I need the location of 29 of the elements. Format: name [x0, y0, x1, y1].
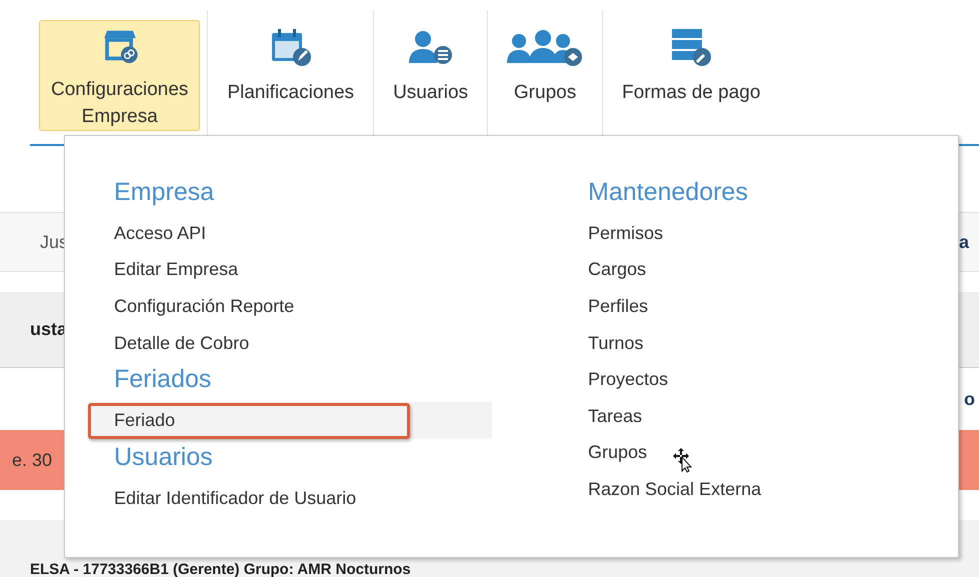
move-cursor-icon [672, 447, 694, 473]
nav-item[interactable]: Usuarios [381, 20, 480, 131]
menu-item[interactable]: Proyectos [562, 361, 762, 398]
section-heading: Mantenedores [587, 177, 749, 208]
menu-item[interactable]: Perfiles [562, 288, 762, 325]
menu-item[interactable]: Editar Identificador de Usuario [88, 480, 512, 517]
section-heading: Empresa [113, 177, 216, 208]
menu-item[interactable]: Editar Empresa [88, 252, 512, 288]
nav-item[interactable]: Grupos [495, 20, 596, 131]
section-heading: Usuarios [113, 442, 214, 473]
menu-item[interactable]: Turnos [562, 324, 762, 362]
menu-item[interactable]: Acceso API [88, 215, 512, 252]
column-header: a [958, 230, 969, 254]
menu-item[interactable]: Permisos [562, 215, 762, 252]
nav-item[interactable]: Configuraciones Empresa [39, 20, 200, 131]
menu-item[interactable]: Cargos [562, 252, 762, 288]
table-cell-text: o [964, 388, 975, 410]
menu-item[interactable]: Configuración Reporte [88, 288, 512, 325]
menu-item[interactable]: Razon Social Externa [562, 471, 762, 508]
menu-item[interactable]: Grupos [562, 434, 762, 472]
employee-name: ELSA - 17733366B1 (Gerente) Grupo: AMR Nocturnos [30, 561, 411, 577]
nav-item[interactable]: Formas de pago [610, 20, 772, 131]
nav-item[interactable]: Planificaciones [215, 20, 366, 131]
menu-item[interactable]: Feriado [88, 402, 492, 439]
table-cell-text: e. 30 [12, 448, 52, 472]
menu-item[interactable]: Tareas [562, 398, 762, 435]
section-heading: Feriados [113, 364, 212, 396]
group-icon [507, 27, 584, 67]
menu-item[interactable]: Detalle de Cobro [88, 324, 512, 362]
